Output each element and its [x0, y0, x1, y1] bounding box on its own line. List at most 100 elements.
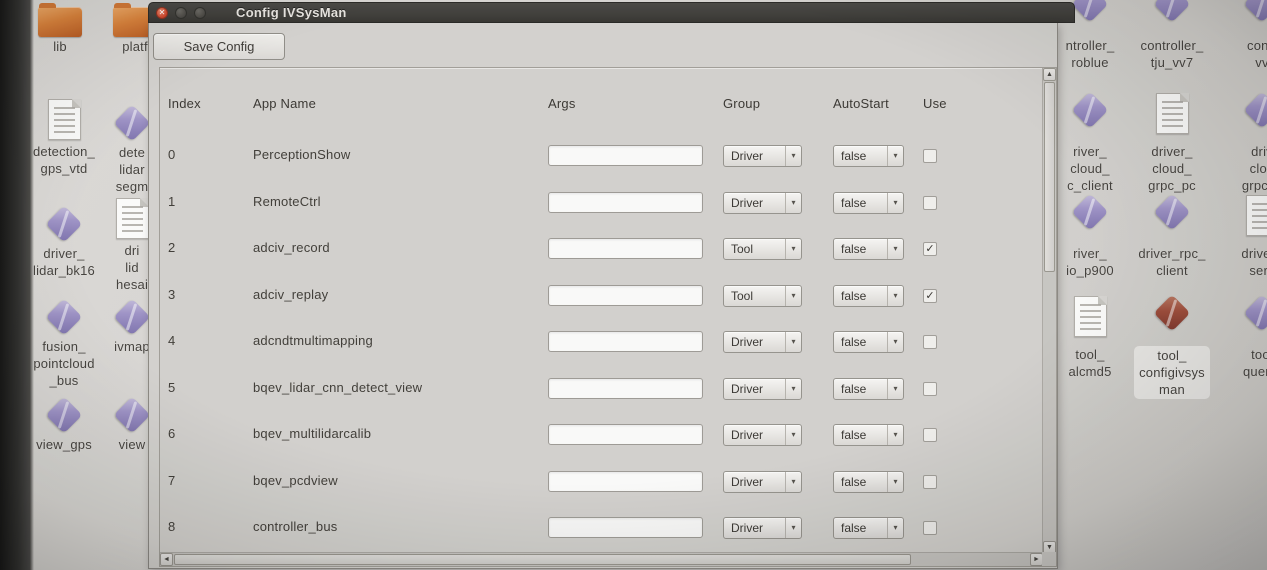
use-checkbox[interactable]: [923, 521, 937, 535]
args-input[interactable]: [548, 145, 703, 166]
autostart-select[interactable]: false▾: [833, 145, 904, 167]
group-select[interactable]: Driver▾: [723, 424, 802, 446]
table-row: 2 adciv_record Tool▾ false▾ ✓: [160, 229, 1043, 269]
autostart-select[interactable]: false▾: [833, 517, 904, 539]
horizontal-scrollbar[interactable]: ◄ ►: [160, 552, 1043, 566]
icon-label: driver_rpc_client: [1127, 245, 1217, 279]
desktop-icon-driver-cloud-grpc-pc[interactable]: driver_cloud_grpc_pc: [1127, 91, 1217, 194]
table-row: 1 RemoteCtrl Driver▾ false▾: [160, 183, 1043, 223]
desktop-icon-tool-configivsysman[interactable]: tool_configivsysman: [1127, 294, 1217, 399]
args-input[interactable]: [548, 378, 703, 399]
autostart-select[interactable]: false▾: [833, 285, 904, 307]
use-checkbox[interactable]: [923, 335, 937, 349]
args-input[interactable]: [548, 517, 703, 538]
save-config-button[interactable]: Save Config: [153, 33, 285, 60]
table-row: 0 PerceptionShow Driver▾ false▾: [160, 136, 1043, 176]
use-checkbox[interactable]: ✓: [923, 289, 937, 303]
desktop-icon-driver-rpc-client[interactable]: driver_rpc_client: [1127, 193, 1217, 279]
desktop-icon-driver-serv[interactable]: driver_serv: [1217, 193, 1267, 279]
icon-label-selected: tool_configivsysman: [1134, 346, 1210, 399]
autostart-select[interactable]: false▾: [833, 238, 904, 260]
desktop-icon-tool-alcmd5[interactable]: tool_alcmd5: [1045, 294, 1135, 380]
row-index: 5: [168, 380, 175, 395]
autostart-select[interactable]: false▾: [833, 192, 904, 214]
document-icon: [48, 99, 81, 140]
group-select[interactable]: Tool▾: [723, 285, 802, 307]
args-input[interactable]: [548, 192, 703, 213]
diamond-app-icon: [1153, 193, 1191, 231]
use-checkbox[interactable]: [923, 428, 937, 442]
desktop-icon-tool-queryr[interactable]: toolqueryr: [1217, 294, 1267, 380]
autostart-select[interactable]: false▾: [833, 424, 904, 446]
group-select[interactable]: Tool▾: [723, 238, 802, 260]
horizontal-scrollbar-thumb[interactable]: [174, 554, 911, 565]
table-row: 4 adcndtmultimapping Driver▾ false▾: [160, 322, 1043, 362]
use-checkbox[interactable]: ✓: [923, 242, 937, 256]
autostart-value: false: [834, 242, 887, 256]
screen: lib platf detection_gps_vtd detelidarseg…: [0, 0, 1267, 570]
app-name: bqev_lidar_cnn_detect_view: [253, 380, 422, 395]
vertical-scrollbar-thumb[interactable]: [1044, 82, 1055, 272]
monitor-bezel: [0, 0, 34, 570]
use-checkbox[interactable]: [923, 149, 937, 163]
group-select[interactable]: Driver▾: [723, 192, 802, 214]
icon-label: driver_cloud_grpc_pc: [1127, 143, 1217, 194]
autostart-select[interactable]: false▾: [833, 378, 904, 400]
autostart-value: false: [834, 196, 887, 210]
diamond-app-icon: [1243, 0, 1267, 23]
row-index: 1: [168, 194, 175, 209]
diamond-app-icon: [1071, 193, 1109, 231]
desktop-icon-controller-tju-vv7[interactable]: controller_tju_vv7: [1127, 0, 1217, 71]
desktop-icon-driver-cloud-grpc-s[interactable]: drivclougrpc_s: [1217, 91, 1267, 194]
use-checkbox[interactable]: [923, 475, 937, 489]
red-diamond-app-icon: [1153, 294, 1191, 332]
group-value: Driver: [724, 149, 785, 163]
close-icon[interactable]: ✕: [156, 7, 168, 19]
desktop-icon-controller-vv[interactable]: contrvv: [1217, 0, 1267, 71]
scroll-up-icon[interactable]: ▲: [1043, 68, 1056, 81]
chevron-down-icon: ▾: [887, 286, 903, 306]
group-value: Driver: [724, 521, 785, 535]
diamond-app-icon: [113, 298, 151, 336]
icon-label: drivclougrpc_s: [1217, 143, 1267, 194]
icon-label: contrvv: [1217, 37, 1267, 71]
app-name: adciv_record: [253, 240, 330, 255]
row-index: 7: [168, 473, 175, 488]
group-select[interactable]: Driver▾: [723, 517, 802, 539]
chevron-down-icon: ▾: [785, 332, 801, 352]
group-select[interactable]: Driver▾: [723, 471, 802, 493]
diamond-app-icon: [1071, 0, 1109, 23]
icon-label: driver_serv: [1217, 245, 1267, 279]
args-input[interactable]: [548, 238, 703, 259]
args-input[interactable]: [548, 424, 703, 445]
group-select[interactable]: Driver▾: [723, 378, 802, 400]
autostart-select[interactable]: false▾: [833, 331, 904, 353]
table-row: 6 bqev_multilidarcalib Driver▾ false▾: [160, 415, 1043, 455]
app-name: controller_bus: [253, 519, 337, 534]
group-value: Driver: [724, 335, 785, 349]
args-input[interactable]: [548, 331, 703, 352]
vertical-scrollbar[interactable]: ▲ ▼: [1042, 68, 1056, 554]
diamond-app-icon: [45, 205, 83, 243]
args-input[interactable]: [548, 471, 703, 492]
desktop-icon-driver-cloud-grpc-client[interactable]: river_cloud_c_client: [1045, 91, 1135, 194]
autostart-value: false: [834, 335, 887, 349]
scroll-left-icon[interactable]: ◄: [160, 553, 173, 566]
chevron-down-icon: ▾: [785, 472, 801, 492]
header-index: Index: [168, 96, 201, 111]
row-index: 3: [168, 287, 175, 302]
minimize-icon[interactable]: [175, 7, 187, 19]
app-name: bqev_pcdview: [253, 473, 338, 488]
titlebar[interactable]: ✕ Config IVSysMan: [148, 2, 1075, 23]
autostart-select[interactable]: false▾: [833, 471, 904, 493]
diamond-app-icon: [113, 396, 151, 434]
use-checkbox[interactable]: [923, 382, 937, 396]
group-select[interactable]: Driver▾: [723, 145, 802, 167]
desktop-icon-driver-io-p900[interactable]: river_io_p900: [1045, 193, 1135, 279]
chevron-down-icon: ▾: [785, 518, 801, 538]
maximize-icon[interactable]: [194, 7, 206, 19]
diamond-app-icon: [45, 298, 83, 336]
group-select[interactable]: Driver▾: [723, 331, 802, 353]
args-input[interactable]: [548, 285, 703, 306]
use-checkbox[interactable]: [923, 196, 937, 210]
